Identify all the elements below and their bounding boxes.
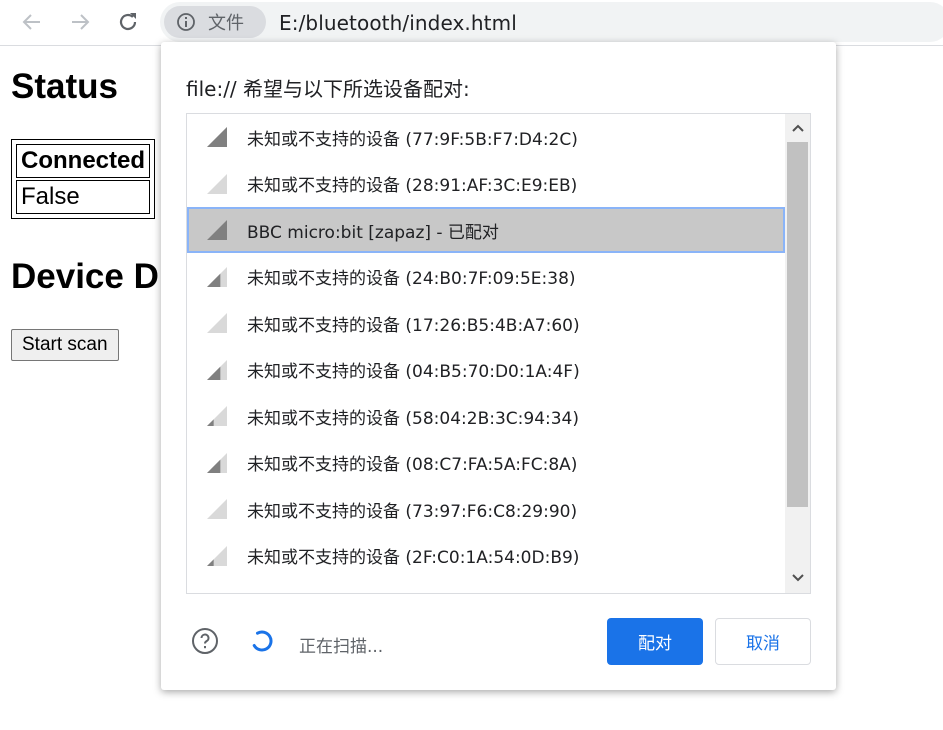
scanning-spinner-icon (249, 628, 275, 659)
signal-strength-icon (207, 266, 227, 287)
signal-strength-icon (207, 220, 227, 240)
device-list-item[interactable]: BBC micro:bit [zapaz] - 已配对 (187, 207, 785, 253)
signal-strength-icon (207, 452, 227, 473)
device-label: 未知或不支持的设备 (28:91:AF:3C:E9:EB) (247, 176, 578, 196)
address-bar[interactable]: 文件 E:/bluetooth/index.html (160, 2, 943, 42)
device-list-item[interactable]: 未知或不支持的设备 (2F:C0:1A:54:0D:B9) (187, 533, 785, 579)
device-list-item[interactable]: 未知或不支持的设备 (77:9F:5B:F7:D4:2C) (187, 114, 785, 160)
device-label: 未知或不支持的设备 (58:04:2B:3C:94:34) (247, 408, 579, 429)
device-label: 未知或不支持的设备 (24:B0:7F:09:5E:38) (247, 269, 576, 289)
scroll-thumb[interactable] (787, 142, 808, 507)
device-list-item[interactable]: 未知或不支持的设备 (08:C7:FA:5A:FC:8A) (187, 440, 785, 486)
reload-icon[interactable] (114, 8, 142, 36)
site-info-label: 文件 (208, 13, 244, 34)
device-label: 未知或不支持的设备 (77:9F:5B:F7:D4:2C) (247, 129, 578, 150)
info-icon (177, 13, 195, 31)
device-heading: Device D (11, 257, 159, 296)
device-list-item[interactable]: 未知或不支持的设备 (04:B5:70:D0:1A:4F) (187, 347, 785, 393)
back-arrow-icon[interactable] (18, 8, 46, 36)
device-list-item[interactable]: 未知或不支持的设备 (73:97:F6:C8:29:90) (187, 486, 785, 532)
status-table: Connected False (11, 139, 156, 219)
bluetooth-chooser-dialog: file:// 希望与以下所选设备配对: 未知或不支持的设备 (2F:C0:1A… (161, 42, 836, 690)
connected-value: False (16, 180, 151, 214)
device-list-item[interactable]: 未知或不支持的设备 (58:04:2B:3C:94:34) (187, 393, 785, 439)
scroll-up-arrow-icon[interactable] (785, 116, 810, 140)
signal-strength-icon (207, 127, 227, 147)
device-list-item[interactable]: 未知或不支持的设备 (24:B0:7F:09:5E:38) (187, 254, 785, 300)
help-icon[interactable] (191, 627, 219, 660)
device-label: BBC micro:bit [zapaz] - 已配对 (247, 222, 499, 243)
scanning-status: 正在扫描... (299, 637, 384, 657)
device-label: 未知或不支持的设备 (08:C7:FA:5A:FC:8A) (247, 455, 578, 475)
signal-strength-icon (207, 359, 227, 380)
device-label: 未知或不支持的设备 (2F:C0:1A:54:0D:B9) (247, 548, 580, 568)
pair-button[interactable]: 配对 (607, 618, 703, 665)
dialog-title: file:// 希望与以下所选设备配对: (186, 77, 470, 101)
url-text[interactable]: E:/bluetooth/index.html (279, 11, 517, 35)
cancel-button[interactable]: 取消 (715, 618, 811, 665)
device-list[interactable]: 未知或不支持的设备 (2F:C0:1A:54:0D:B9) 未知或不支持的设备 (… (186, 113, 811, 594)
status-heading: Status (11, 67, 118, 106)
connected-header: Connected (16, 144, 151, 178)
signal-strength-icon (207, 313, 227, 333)
signal-strength-icon (207, 406, 227, 426)
forward-arrow-icon[interactable] (66, 8, 94, 36)
scrollbar[interactable] (785, 114, 810, 593)
device-label: 未知或不支持的设备 (04:B5:70:D0:1A:4F) (247, 362, 580, 382)
start-scan-button[interactable]: Start scan (11, 329, 119, 361)
signal-strength-icon (207, 545, 227, 566)
device-label: 未知或不支持的设备 (17:26:B5:4B:A7:60) (247, 315, 580, 336)
device-list-item[interactable]: 未知或不支持的设备 (28:91:AF:3C:E9:EB) (187, 161, 785, 207)
device-list-item[interactable]: 未知或不支持的设备 (17:26:B5:4B:A7:60) (187, 300, 785, 346)
site-info-chip[interactable]: 文件 (164, 6, 266, 38)
signal-strength-icon (207, 499, 227, 519)
signal-strength-icon (207, 173, 227, 194)
scroll-down-arrow-icon[interactable] (785, 566, 810, 590)
browser-toolbar: 文件 E:/bluetooth/index.html (0, 0, 943, 46)
device-label: 未知或不支持的设备 (73:97:F6:C8:29:90) (247, 501, 578, 522)
